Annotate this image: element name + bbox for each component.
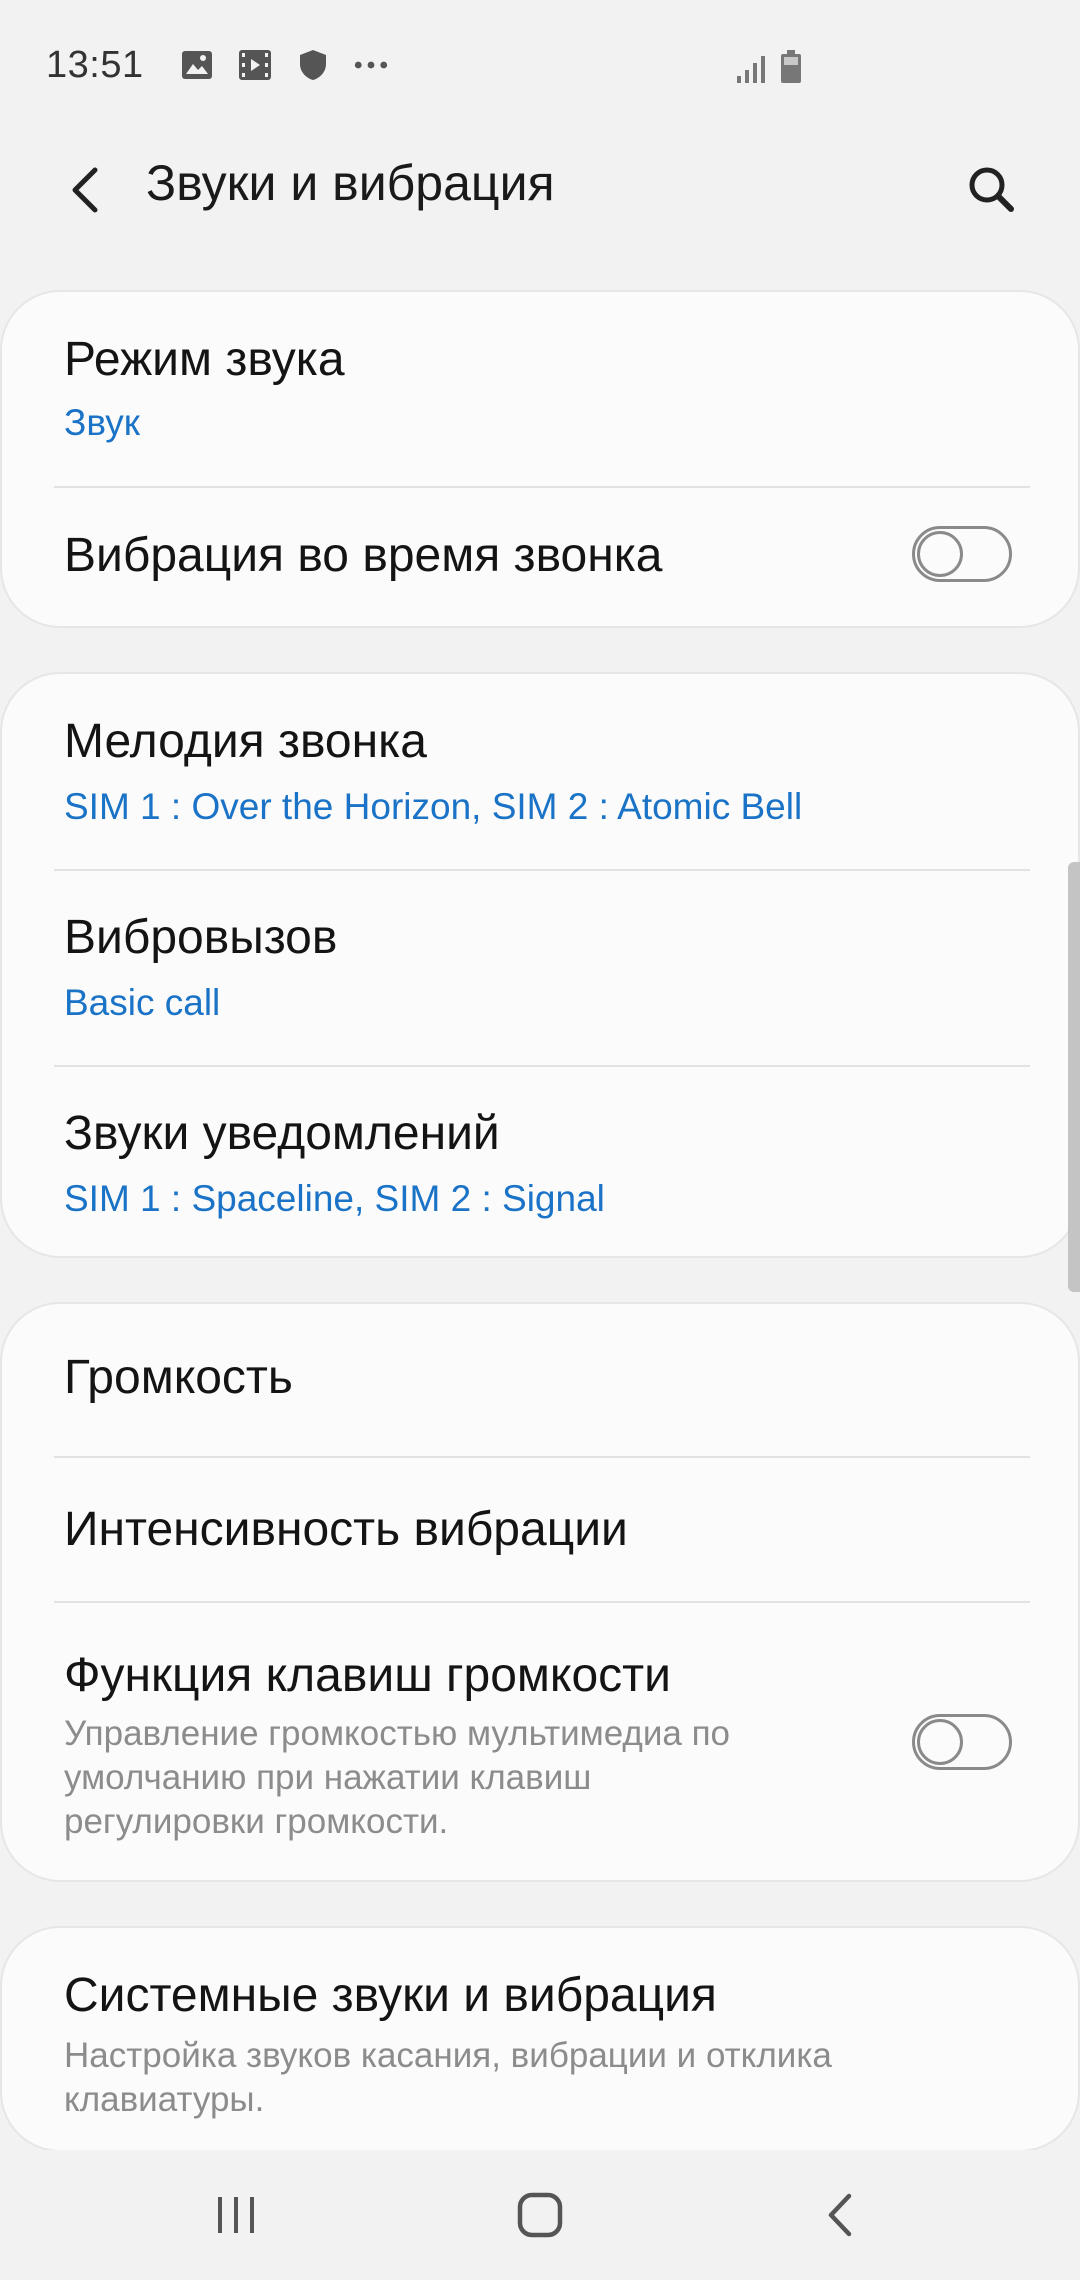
status-time: 13:51	[46, 43, 144, 86]
ringtone-value: SIM 1 : Over the Horizon, SIM 2 : Atomic…	[64, 786, 803, 827]
vibration-intensity-item[interactable]: Интенсивность вибрации	[2, 1458, 1078, 1602]
recent-apps-button[interactable]	[186, 2170, 286, 2260]
status-system-icons	[736, 50, 802, 89]
back-button[interactable]	[52, 158, 116, 222]
home-icon	[517, 2192, 563, 2238]
volume-keys-media-description: Управление громкостью мультимедиа по умо…	[64, 1714, 730, 1841]
toggle-knob	[917, 1719, 963, 1765]
navigation-bar	[0, 2150, 1080, 2280]
vibration-intensity-title: Интенсивность вибрации	[64, 1503, 628, 1556]
notification-sounds-value: SIM 1 : Spaceline, SIM 2 : Signal	[64, 1178, 605, 1219]
image-icon	[180, 48, 214, 82]
chevron-left-icon	[72, 167, 98, 213]
notification-sounds-item[interactable]: Звуки уведомлений SIM 1 : Spaceline, SIM…	[2, 1066, 1078, 1256]
volume-keys-media-item[interactable]: Функция клавиш громкости Управление гром…	[2, 1602, 1078, 1880]
volume-title: Громкость	[64, 1351, 293, 1404]
more-dots-icon	[354, 48, 388, 82]
vibrate-while-ringing-title: Вибрация во время звонка	[64, 529, 663, 582]
sound-mode-title: Режим звука	[64, 333, 345, 386]
scrollbar[interactable]	[1068, 862, 1080, 1292]
settings-screen: 13:51 Звуки и вибрация Режим звука Звук …	[0, 0, 1080, 2280]
system-sounds-description: Настройка звуков касания, вибрации и отк…	[64, 2036, 832, 2119]
settings-group-system-sounds: Системные звуки и вибрация Настройка зву…	[0, 1926, 1080, 2152]
status-bar: 13:51	[0, 0, 1080, 130]
back-icon	[828, 2193, 852, 2237]
vibration-pattern-value: Basic call	[64, 982, 221, 1023]
settings-group-sound-mode: Режим звука Звук Вибрация во время звонк…	[0, 290, 1080, 628]
signal-icon	[736, 54, 766, 89]
vibration-pattern-item[interactable]: Вибровызов Basic call	[2, 870, 1078, 1066]
settings-group-volume: Громкость Интенсивность вибрации Функция…	[0, 1302, 1080, 1882]
app-bar: Звуки и вибрация	[0, 130, 1080, 240]
vibrate-while-ringing-toggle[interactable]	[912, 526, 1012, 582]
ringtone-title: Мелодия звонка	[64, 715, 427, 768]
status-notification-icons	[180, 48, 388, 82]
nav-back-button[interactable]	[790, 2170, 890, 2260]
volume-keys-media-toggle[interactable]	[912, 1714, 1012, 1770]
search-icon	[969, 167, 1014, 212]
volume-keys-media-title: Функция клавиш громкости	[64, 1649, 671, 1702]
system-sounds-item[interactable]: Системные звуки и вибрация Настройка зву…	[2, 1928, 1078, 2150]
volume-item[interactable]: Громкость	[2, 1304, 1078, 1456]
vibrate-while-ringing-item[interactable]: Вибрация во время звонка	[2, 488, 1078, 626]
shield-icon	[296, 48, 330, 82]
toggle-knob	[917, 531, 963, 577]
recent-apps-icon	[218, 2197, 254, 2233]
home-button[interactable]	[490, 2170, 590, 2260]
ringtone-item[interactable]: Мелодия звонка SIM 1 : Over the Horizon,…	[2, 674, 1078, 870]
notification-sounds-title: Звуки уведомлений	[64, 1107, 500, 1160]
search-button[interactable]	[954, 152, 1028, 226]
settings-group-ringtone: Мелодия звонка SIM 1 : Over the Horizon,…	[0, 672, 1080, 1258]
vibration-pattern-title: Вибровызов	[64, 911, 338, 964]
battery-icon	[780, 50, 802, 89]
video-icon	[238, 48, 272, 82]
system-sounds-title: Системные звуки и вибрация	[64, 1969, 717, 2022]
sound-mode-value: Звук	[64, 402, 140, 443]
sound-mode-item[interactable]: Режим звука Звук	[2, 292, 1078, 488]
page-title: Звуки и вибрация	[146, 155, 555, 211]
